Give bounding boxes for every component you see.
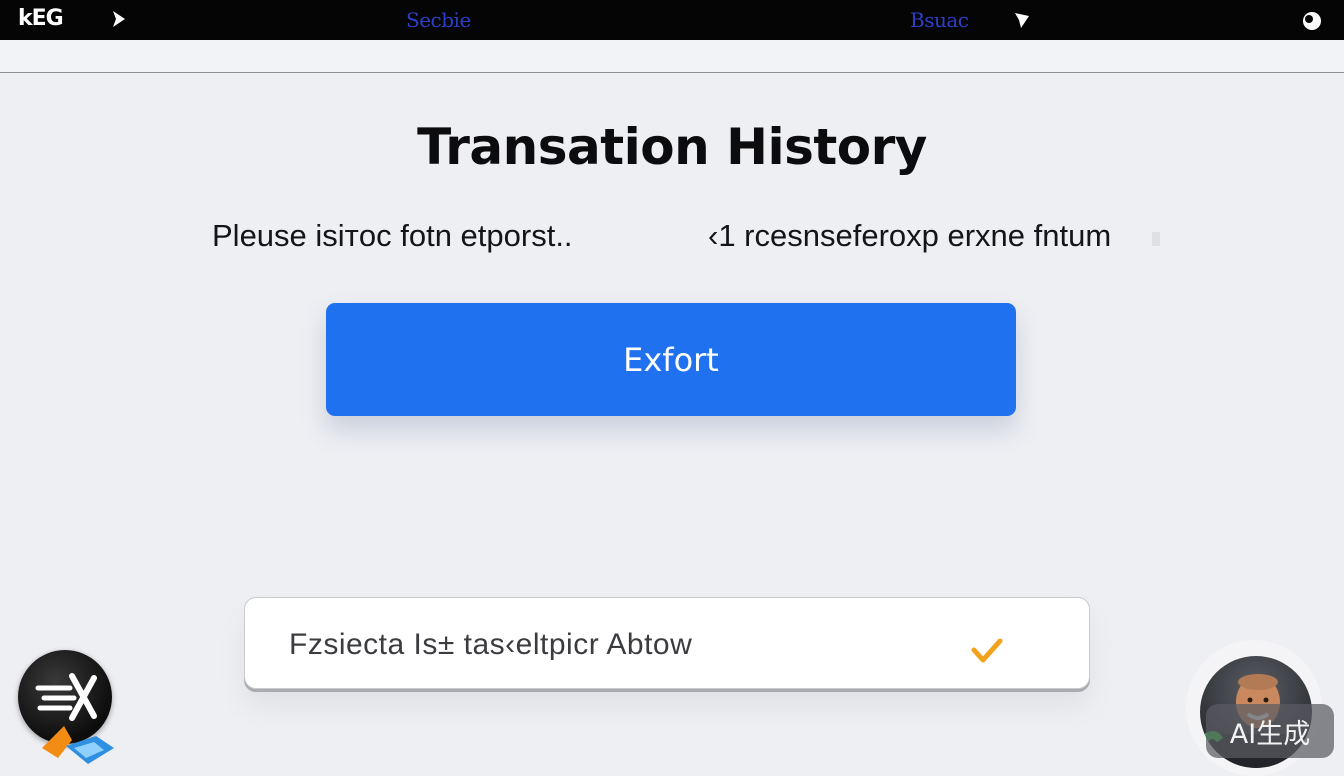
export-format-select[interactable]: Fzsiecta Is± tas‹eltpicr Abtow xyxy=(244,597,1090,689)
search-icon[interactable] xyxy=(1300,9,1324,37)
nav-link-secbie[interactable]: Secbie xyxy=(406,8,471,32)
export-button-label: Exfort xyxy=(623,340,719,379)
text-cursor xyxy=(1152,232,1160,246)
chevron-right-icon[interactable] xyxy=(1012,9,1032,35)
watermark-badge: AI生成 xyxy=(1206,704,1334,758)
page-title: Transation History xyxy=(417,118,927,176)
chevron-right-icon[interactable] xyxy=(108,8,130,34)
colorful-badge-icon xyxy=(38,718,118,772)
top-navigation-bar: kEG Secbie Bsuac xyxy=(0,0,1344,40)
toolbar-strip xyxy=(0,40,1344,73)
export-button[interactable]: Exfort xyxy=(326,303,1016,416)
instruction-text: Pleuse isiтoc fotn etporst.. xyxy=(212,218,573,253)
app-logo[interactable]: kEG xyxy=(18,6,64,31)
format-select-value: Fzsiecta Is± tas‹eltpicr Abtow xyxy=(289,628,693,661)
instruction-text-continued: ‹1 rcesnseferoxp erxne fntum xyxy=(708,218,1112,253)
nav-link-bsuac[interactable]: Bsuac xyxy=(910,8,969,32)
checkmark-icon xyxy=(971,638,1003,668)
